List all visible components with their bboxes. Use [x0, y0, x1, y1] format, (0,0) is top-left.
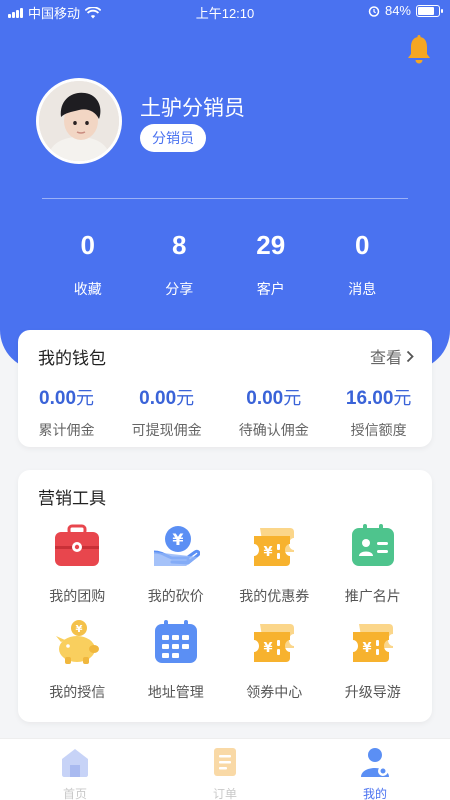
wallet-amount-value: 0.00	[246, 388, 284, 409]
tab-label: 首页	[62, 787, 87, 800]
wallet-items: 0.00元 累计佣金 0.00元 可提现佣金 0.00元 待确认佣金 16.00…	[18, 384, 432, 440]
wallet-amount: 0.00元	[239, 384, 309, 410]
svg-text:¥: ¥	[264, 641, 273, 656]
bargain-icon: ¥	[153, 526, 201, 566]
wallet-amount-unit: 元	[393, 388, 412, 408]
alarm-icon	[368, 5, 380, 17]
wallet-view-more-label: 查看	[369, 348, 402, 367]
svg-text:¥: ¥	[76, 624, 83, 635]
tool-label: 我的优惠券	[239, 589, 310, 605]
stat-customers[interactable]: 29 客户	[225, 230, 317, 299]
tool-label: 升级导游	[344, 685, 401, 701]
wallet-amount-unit: 元	[76, 388, 95, 408]
tool-upgrade-guide[interactable]: ¥ 升级导游	[324, 618, 423, 702]
wallet-item-withdrawable[interactable]: 0.00元 可提现佣金	[132, 384, 202, 440]
status-right: 84%	[368, 3, 443, 18]
wallet-item-label: 待确认佣金	[238, 423, 309, 439]
tab-home[interactable]: 首页	[0, 739, 150, 800]
wallet-item-label: 授信额度	[350, 423, 407, 439]
tools-title: 营销工具	[38, 489, 106, 509]
stat-value: 29	[256, 230, 286, 260]
tab-profile[interactable]: 我的	[300, 739, 450, 800]
home-icon	[62, 749, 88, 777]
tool-label: 推广名片	[344, 589, 401, 605]
wallet-item-total-commission[interactable]: 0.00元 累计佣金	[39, 384, 95, 440]
wallet-amount: 0.00元	[132, 384, 202, 410]
tool-label: 地址管理	[147, 685, 204, 701]
tools-grid: 我的团购 ¥ 我的砍价 ¥ 我的优惠券 推广名片 ¥ 我的授信 地址管理 ¥ 领…	[28, 522, 422, 702]
marketing-tools-card: 营销工具 我的团购 ¥ 我的砍价 ¥ 我的优惠券 推广名片 ¥ 我的授信 地址管…	[18, 470, 432, 722]
status-bar: 中国移动 上午12:10 84%	[0, 0, 450, 22]
wallet-amount: 0.00元	[39, 384, 95, 410]
stat-shares[interactable]: 8 分享	[134, 230, 226, 299]
avatar-photo	[39, 81, 119, 161]
chevron-right-icon	[406, 350, 414, 362]
calendar-icon	[154, 620, 197, 663]
stat-label: 分享	[165, 282, 194, 298]
wallet-amount-value: 16.00	[345, 388, 394, 409]
wallet-card: 我的钱包 查看 0.00元 累计佣金 0.00元 可提现佣金 0.00元 待确认…	[18, 330, 432, 447]
user-name: 土驴分销员	[140, 96, 245, 120]
wallet-amount: 16.00元	[346, 384, 412, 410]
tool-coupon-center[interactable]: ¥ 领券中心	[225, 618, 324, 702]
wallet-amount-unit: 元	[283, 388, 302, 408]
business-card-icon	[351, 524, 394, 566]
tool-label: 我的授信	[49, 685, 106, 701]
wallet-amount-value: 0.00	[39, 388, 77, 409]
avatar[interactable]	[36, 78, 122, 164]
battery-fill	[418, 6, 434, 15]
piggy-bank-icon: ¥	[56, 620, 100, 664]
notification-bell-icon[interactable]	[404, 34, 434, 66]
tool-bargain[interactable]: ¥ 我的砍价	[127, 522, 226, 606]
wallet-view-more-link[interactable]: 查看	[370, 344, 414, 368]
tab-label: 我的	[362, 787, 387, 800]
wallet-amount-value: 0.00	[139, 388, 177, 409]
coupon-icon: ¥	[254, 528, 295, 566]
stat-favorites[interactable]: 0 收藏	[42, 230, 134, 299]
profile-header-background	[0, 0, 450, 370]
wallet-item-pending[interactable]: 0.00元 待确认佣金	[239, 384, 309, 440]
stat-messages[interactable]: 0 消息	[317, 230, 409, 299]
stat-value: 0	[80, 230, 95, 260]
svg-text:¥: ¥	[362, 641, 371, 656]
bottom-tab-bar: 首页 订单 我的	[0, 738, 450, 800]
role-badge: 分销员	[140, 124, 206, 152]
stat-label: 客户	[256, 282, 285, 298]
stats-row: 0 收藏 8 分享 29 客户 0 消息	[42, 230, 408, 299]
tool-label: 领券中心	[246, 685, 303, 701]
wallet-item-label: 可提现佣金	[131, 423, 202, 439]
svg-text:¥: ¥	[172, 530, 183, 549]
battery-percent: 84%	[384, 3, 411, 18]
wallet-item-label: 累计佣金	[38, 423, 95, 439]
tab-label: 订单	[212, 787, 237, 800]
svg-text:¥: ¥	[264, 545, 273, 560]
profile-icon	[361, 748, 389, 777]
coupon-icon: ¥	[254, 624, 295, 662]
order-icon	[214, 748, 236, 776]
tool-business-card[interactable]: 推广名片	[324, 522, 423, 606]
tab-orders[interactable]: 订单	[150, 739, 300, 800]
stat-label: 消息	[348, 282, 377, 298]
wallet-amount-unit: 元	[176, 388, 195, 408]
wallet-title: 我的钱包	[38, 349, 106, 369]
tool-address-management[interactable]: 地址管理	[127, 618, 226, 702]
coupon-icon: ¥	[352, 624, 393, 662]
battery-icon	[416, 4, 443, 17]
stat-value: 0	[355, 230, 370, 260]
stat-value: 8	[172, 230, 187, 260]
header-divider	[42, 198, 408, 199]
tool-label: 我的砍价	[147, 589, 204, 605]
tool-my-credit[interactable]: ¥ 我的授信	[28, 618, 127, 702]
tool-label: 我的团购	[49, 589, 106, 605]
stat-label: 收藏	[73, 282, 102, 298]
tool-my-coupons[interactable]: ¥ 我的优惠券	[225, 522, 324, 606]
group-buy-icon	[55, 524, 100, 566]
wallet-item-credit-limit[interactable]: 16.00元 授信额度	[346, 384, 412, 440]
tool-group-buy[interactable]: 我的团购	[28, 522, 127, 606]
